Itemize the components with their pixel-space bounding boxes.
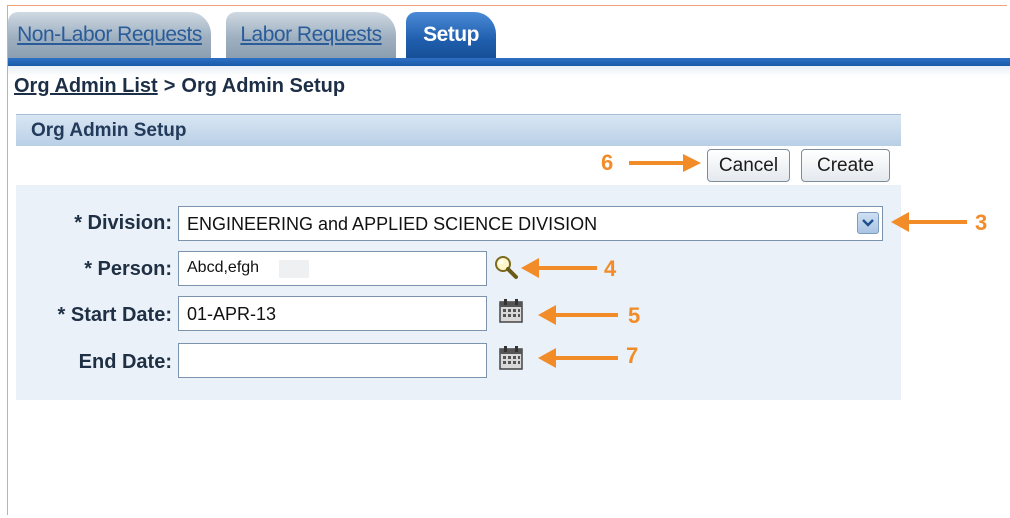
create-button[interactable]: Create xyxy=(801,149,890,182)
annotation-marker-start-date: 5 xyxy=(628,303,641,328)
annotation-marker-cancel: 6 xyxy=(601,150,614,175)
person-value: Abcd,efgh xyxy=(187,259,260,276)
arrow-left-icon xyxy=(538,348,618,368)
breadcrumb-link-org-admin-list[interactable]: Org Admin List xyxy=(14,75,158,97)
breadcrumb-separator: > xyxy=(163,75,176,97)
breadcrumb-current: Org Admin Setup xyxy=(181,75,346,97)
annotation-marker-division: 3 xyxy=(975,210,988,235)
search-icon[interactable] xyxy=(492,253,520,281)
division-value: ENGINEERING and APPLIED SCIENCE DIVISION xyxy=(187,214,598,234)
arrow-left-icon xyxy=(521,258,597,278)
start-date-input[interactable]: 01-APR-13 xyxy=(178,296,487,331)
arrow-left-icon xyxy=(538,305,618,325)
section-title: Org Admin Setup xyxy=(31,120,187,141)
division-label: * Division: xyxy=(74,212,172,234)
annotation-marker-end-date: 7 xyxy=(626,343,639,368)
calendar-icon[interactable] xyxy=(498,345,526,373)
chevron-down-icon[interactable] xyxy=(857,212,879,234)
cancel-button[interactable]: Cancel xyxy=(707,149,790,182)
division-select[interactable]: ENGINEERING and APPLIED SCIENCE DIVISION xyxy=(178,206,883,241)
arrow-left-icon xyxy=(891,212,967,232)
start-date-value: 01-APR-13 xyxy=(187,304,277,324)
start-date-label: * Start Date: xyxy=(57,304,172,326)
section-header: Org Admin Setup xyxy=(16,114,901,146)
annotation-marker-person: 4 xyxy=(604,256,617,281)
calendar-icon[interactable] xyxy=(498,298,526,326)
arrow-right-icon xyxy=(629,154,701,172)
tab-non-labor-requests[interactable]: Non-Labor Requests xyxy=(8,12,211,58)
tab-setup[interactable]: Setup xyxy=(406,12,496,58)
end-date-input[interactable] xyxy=(178,343,487,378)
tab-strip xyxy=(8,58,1010,66)
person-input-shade xyxy=(279,260,309,278)
end-date-label: End Date: xyxy=(78,351,172,373)
tab-labor-requests[interactable]: Labor Requests xyxy=(226,12,396,58)
person-input[interactable]: Abcd,efgh xyxy=(178,251,487,286)
person-label: * Person: xyxy=(84,258,172,280)
breadcrumb: Org Admin List > Org Admin Setup xyxy=(14,75,345,98)
tab-bar: Non-Labor Requests Labor Requests Setup xyxy=(8,12,1010,60)
